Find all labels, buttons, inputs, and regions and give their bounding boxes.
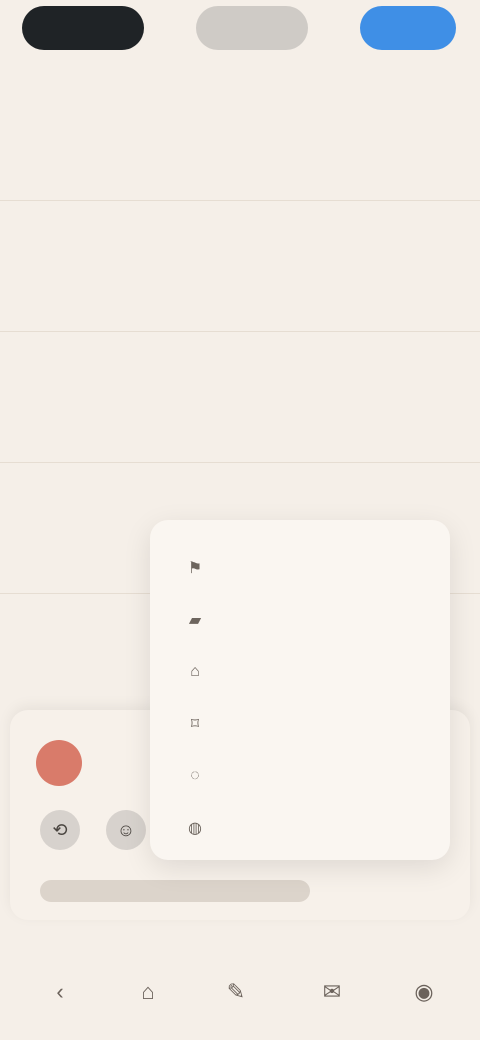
bookmark-icon: ⌑ xyxy=(190,716,200,733)
top-bar xyxy=(0,0,480,60)
menu-item[interactable]: ◌ xyxy=(184,750,426,802)
composer-actions: ⟲ ☺ xyxy=(40,810,146,850)
content-list xyxy=(0,70,480,594)
menu-item[interactable]: ⚑ xyxy=(184,542,426,594)
attach-icon[interactable]: ⟲ xyxy=(40,810,80,850)
list-row[interactable] xyxy=(0,70,480,201)
mail-icon[interactable]: ✉ xyxy=(310,970,354,1014)
menu-item[interactable]: ◍ xyxy=(184,802,426,854)
circle-icon: ◍ xyxy=(188,820,202,837)
menu-item[interactable]: ▰ xyxy=(184,594,426,646)
top-left-button[interactable] xyxy=(22,6,144,50)
top-center-button[interactable] xyxy=(196,6,308,50)
user-icon: ◌ xyxy=(190,767,200,784)
context-menu: ⚑ ▰ ⌂ ⌑ ◌ ◍ xyxy=(150,520,450,860)
bottom-nav: ‹ ⌂ ✎ ✉ ◉ xyxy=(0,940,480,1040)
back-icon[interactable]: ‹ xyxy=(38,970,82,1014)
list-row[interactable] xyxy=(0,201,480,332)
flag-icon: ⚑ xyxy=(187,560,203,577)
profile-icon[interactable]: ◉ xyxy=(402,970,446,1014)
list-row[interactable] xyxy=(0,332,480,463)
compose-icon[interactable]: ✎ xyxy=(214,970,258,1014)
message-input[interactable] xyxy=(40,880,310,902)
avatar[interactable] xyxy=(36,740,82,786)
tag-icon: ⌂ xyxy=(190,663,200,680)
emoji-icon[interactable]: ☺ xyxy=(106,810,146,850)
top-right-button[interactable] xyxy=(360,6,456,50)
menu-item[interactable]: ⌑ xyxy=(184,698,426,750)
folder-icon: ▰ xyxy=(188,612,202,629)
home-icon[interactable]: ⌂ xyxy=(126,970,170,1014)
menu-item[interactable]: ⌂ xyxy=(184,646,426,698)
